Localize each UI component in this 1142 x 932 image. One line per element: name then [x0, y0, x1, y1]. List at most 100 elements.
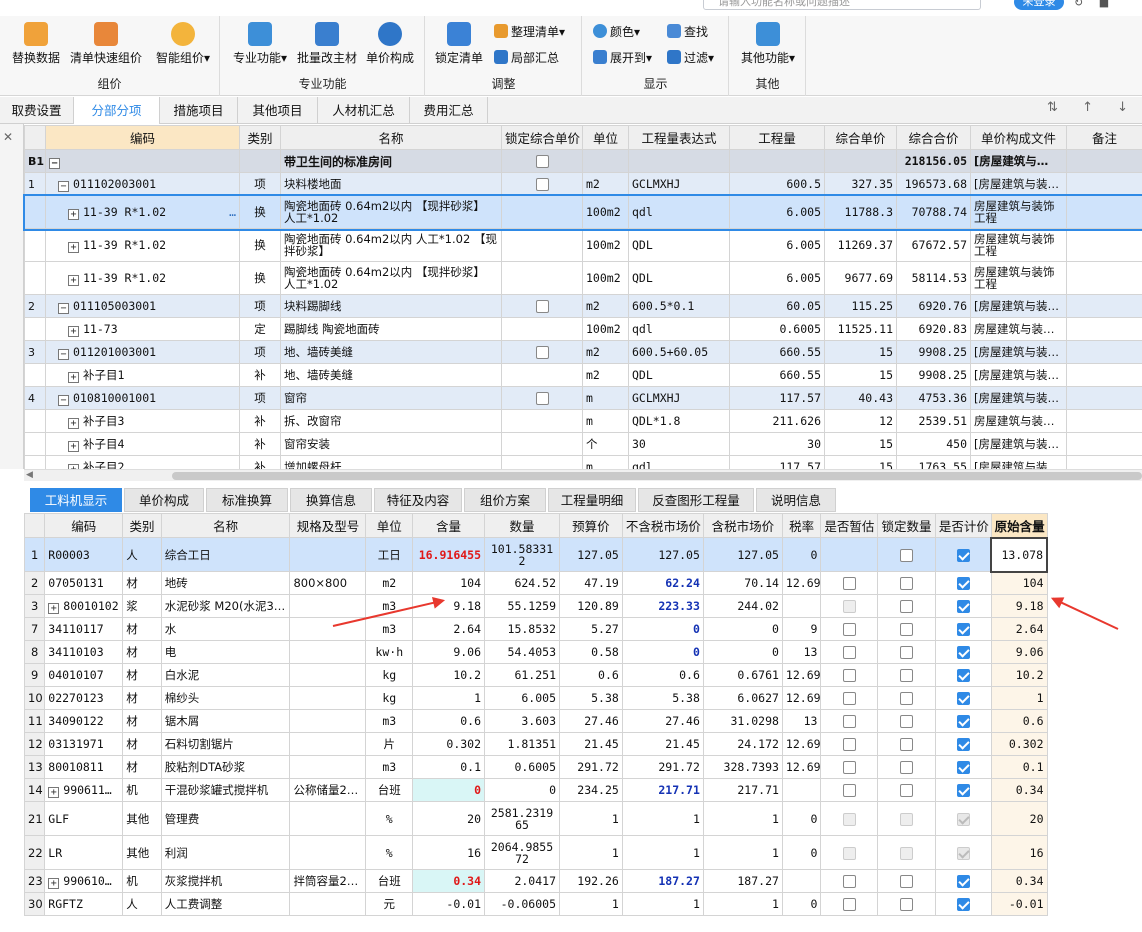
- expand-icon[interactable]: +: [68, 208, 79, 220]
- expr-cell[interactable]: QDL: [628, 363, 730, 387]
- name-cell[interactable]: 石料切割锯片: [160, 732, 291, 756]
- detail-tab[interactable]: 反查图形工程量: [638, 488, 754, 512]
- note-cell[interactable]: [1066, 294, 1142, 318]
- priced-cell[interactable]: [934, 594, 992, 618]
- spec-cell[interactable]: [289, 732, 367, 756]
- table-row[interactable]: 2−011105003001 项块料踢脚线 m2 600.5*0.1 60.05 115.…: [24, 294, 1142, 318]
- table-row[interactable]: 1 R00003 人综合工日 工日 16.916455 101.583312 127.05 1…: [23, 536, 1048, 573]
- code-cell[interactable]: +11-73: [45, 317, 240, 341]
- note-cell[interactable]: [1066, 363, 1142, 387]
- login-button[interactable]: 未登录: [1014, 0, 1064, 10]
- estimate-checkbox[interactable]: [842, 646, 856, 659]
- lock-qty-cell[interactable]: [877, 755, 936, 779]
- table-row[interactable]: + 补子目3 补拆、改窗帘 m QDL*1.8 211.626 12 2539.51 房屋建筑与…: [24, 409, 1142, 433]
- qty-cell[interactable]: 6.005: [729, 195, 825, 229]
- price-file-cell[interactable]: 房屋建筑与装饰工程: [970, 228, 1067, 262]
- tax-rate-cell[interactable]: 13: [781, 709, 822, 733]
- market-price-cell[interactable]: 5.38: [621, 686, 704, 710]
- amount-cell[interactable]: -0.01: [412, 892, 486, 916]
- col-header[interactable]: 综合合价: [896, 125, 971, 150]
- amount-cell[interactable]: 20: [412, 801, 486, 836]
- code-cell[interactable]: 02270123: [44, 686, 124, 710]
- note-cell[interactable]: [1066, 172, 1142, 196]
- market-tax-price-cell[interactable]: 127.05: [702, 537, 783, 572]
- table-row[interactable]: 14 +990611… 机干混砂浆罐式搅拌机 公称储量2… 台班 0 0 234.25 217.…: [23, 778, 1048, 802]
- lock-price-checkbox[interactable]: [535, 178, 549, 191]
- priced-cell[interactable]: [934, 869, 992, 893]
- left-collapse-bar[interactable]: ✕: [0, 124, 24, 469]
- name-cell[interactable]: 人工费调整: [160, 892, 291, 916]
- name-cell[interactable]: 带卫生间的标准房间: [280, 149, 502, 173]
- col-header[interactable]: 工程量表达式: [628, 125, 730, 150]
- note-cell[interactable]: [1066, 409, 1142, 433]
- market-tax-price-cell[interactable]: 31.0298: [702, 709, 783, 733]
- expr-cell[interactable]: QDL: [628, 228, 730, 262]
- name-cell[interactable]: 锯木屑: [160, 709, 291, 733]
- expand-icon[interactable]: +: [48, 602, 60, 614]
- priced-cell[interactable]: [934, 732, 992, 756]
- col-header[interactable]: 备注: [1066, 125, 1142, 150]
- name-cell[interactable]: 水泥砂浆 M20(水泥3…: [160, 594, 291, 618]
- detail-tab[interactable]: 标准换算: [206, 488, 288, 512]
- code-cell[interactable]: 07050131: [44, 571, 124, 595]
- tax-rate-cell[interactable]: 0: [781, 835, 822, 870]
- expr-cell[interactable]: GCLMXHJ: [628, 172, 730, 196]
- table-row[interactable]: +11-39 R*1.02 换陶瓷地面砖 0.64m2以内 人工*1.02 【现拌…: [24, 228, 1142, 262]
- col-header[interactable]: 锁定综合单价: [501, 125, 583, 150]
- estimate-cell[interactable]: [820, 778, 879, 802]
- code-cell[interactable]: 34110117: [44, 617, 124, 641]
- code-cell[interactable]: 80010811: [44, 755, 124, 779]
- market-tax-price-cell[interactable]: 1: [702, 835, 783, 870]
- priced-cell[interactable]: [934, 571, 992, 595]
- table-row[interactable]: 3−011201003001 项地、墙砖美缝 m2 600.5+60.05 660.55…: [24, 340, 1142, 364]
- note-cell[interactable]: [1066, 149, 1142, 173]
- lock-price-cell[interactable]: [501, 261, 583, 295]
- code-cell[interactable]: + 补子目3: [45, 409, 240, 433]
- market-price-cell[interactable]: 187.27: [621, 869, 704, 893]
- lock-price-cell[interactable]: [501, 317, 583, 341]
- qty-cell[interactable]: 117.57: [729, 386, 825, 410]
- col-header[interactable]: 含量: [412, 513, 486, 538]
- table-row[interactable]: 30 RGFTZ 人人工费调整元 -0.01 -0.06005 1 1 1 0 -0.01: [23, 892, 1048, 916]
- tax-rate-cell[interactable]: 12.69: [781, 755, 822, 779]
- market-price-cell[interactable]: 0: [621, 617, 704, 641]
- market-price-cell[interactable]: 0.6: [621, 663, 704, 687]
- col-header[interactable]: 不含税市场价: [621, 513, 704, 538]
- lock-price-cell[interactable]: [501, 363, 583, 387]
- smart-pricing-button[interactable]: 智能组价▾: [150, 20, 216, 74]
- priced-cell[interactable]: [934, 801, 992, 836]
- priced-cell[interactable]: [934, 663, 992, 687]
- priced-checkbox[interactable]: [956, 784, 970, 797]
- priced-checkbox[interactable]: [956, 623, 970, 636]
- code-cell[interactable]: +11-39 R*1.02: [45, 261, 240, 295]
- qty-cell[interactable]: 6.005: [729, 261, 825, 295]
- name-cell[interactable]: 窗帘: [280, 386, 502, 410]
- amount-cell[interactable]: 2.64: [412, 617, 486, 641]
- name-cell[interactable]: 踢脚线 陶瓷地面砖: [280, 317, 502, 341]
- col-header[interactable]: 锁定数量: [877, 513, 936, 538]
- priced-cell[interactable]: [934, 537, 992, 572]
- lock-qty-cell[interactable]: [877, 835, 936, 870]
- estimate-checkbox[interactable]: [842, 577, 856, 590]
- market-price-cell[interactable]: 62.24: [621, 571, 704, 595]
- code-cell[interactable]: 03131971: [44, 732, 124, 756]
- expand-icon[interactable]: +: [68, 441, 79, 452]
- unit-price-button[interactable]: 单价构成: [363, 20, 417, 74]
- table-row[interactable]: 21 GLF 其他 管理费% 20 2581.231965 1 1 1 0 20: [23, 801, 1048, 836]
- quick-pricing-button[interactable]: 清单快速组价: [68, 20, 144, 74]
- detail-tab[interactable]: 工料机显示: [30, 488, 122, 512]
- window-controls[interactable]: ↻ ■: [1074, 0, 1115, 9]
- price-file-cell[interactable]: [房屋建筑与装…: [970, 363, 1067, 387]
- replace-data-button[interactable]: 替换数据: [8, 20, 64, 74]
- qty-cell[interactable]: 0.6005: [729, 317, 825, 341]
- market-price-cell[interactable]: 1: [621, 892, 704, 916]
- tax-rate-cell[interactable]: [781, 778, 822, 802]
- price-file-cell[interactable]: 房屋建筑与装饰工程: [970, 195, 1067, 229]
- color-button[interactable]: 颜色▾: [593, 22, 640, 42]
- col-header[interactable]: 单价构成文件: [970, 125, 1067, 150]
- estimate-cell[interactable]: [820, 892, 879, 916]
- expand-icon[interactable]: +: [68, 274, 79, 286]
- estimate-cell[interactable]: [820, 869, 879, 893]
- price-file-cell[interactable]: 房屋建筑与装…: [970, 317, 1067, 341]
- tax-rate-cell[interactable]: 0: [781, 537, 822, 572]
